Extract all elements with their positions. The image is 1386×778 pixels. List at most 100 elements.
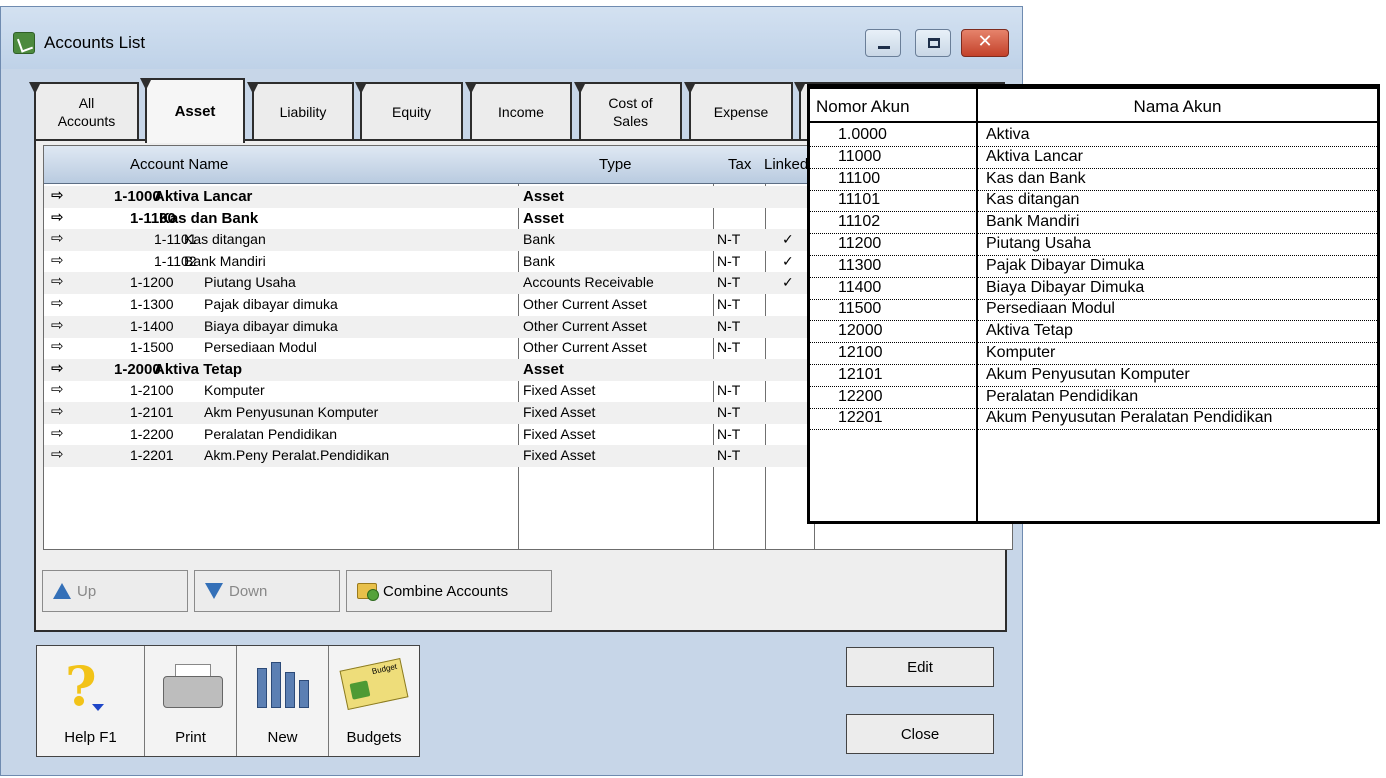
tax-code: N-T — [717, 317, 741, 334]
tab-cost-of-sales[interactable]: Cost of Sales — [574, 82, 682, 139]
move-up-button[interactable]: Up — [42, 570, 188, 612]
tax-code: N-T — [717, 252, 741, 269]
button-label: Help F1 — [64, 729, 117, 746]
account-name: Kas dan Bank — [159, 209, 259, 227]
edit-button[interactable]: Edit — [846, 647, 994, 687]
tab-expense[interactable]: Expense — [684, 82, 793, 139]
print-button[interactable]: Print — [145, 646, 237, 756]
account-type: Accounts Receivable — [523, 274, 654, 291]
help-button[interactable]: ? Help F1 — [37, 646, 145, 756]
nomor-akun-cell: 11102 — [838, 213, 881, 231]
zoom-arrow-icon[interactable]: ⇨ — [51, 424, 64, 442]
mapping-row: 12100 Komputer — [810, 343, 1377, 365]
tax-code: N-T — [717, 425, 741, 442]
account-type: Bank — [523, 252, 555, 269]
zoom-arrow-icon[interactable]: ⇨ — [51, 186, 64, 204]
column-header-type[interactable]: Type — [599, 156, 632, 173]
account-number: 1-1200 — [130, 274, 174, 291]
tax-code: N-T — [717, 447, 741, 464]
column-header-linked[interactable]: Linked — [764, 156, 808, 173]
tax-code: N-T — [717, 274, 741, 291]
nama-akun-cell: Piutang Usaha — [986, 235, 1091, 252]
tab-liability[interactable]: Liability — [247, 82, 354, 139]
zoom-arrow-icon[interactable]: ⇨ — [51, 380, 64, 398]
zoom-arrow-icon[interactable]: ⇨ — [51, 229, 64, 247]
column-header-account-name[interactable]: Account Name — [130, 156, 228, 173]
account-name: Akm.Peny Peralat.Pendidikan — [204, 447, 390, 464]
tab-label: All — [78, 94, 95, 111]
account-name: Aktiva Tetap — [154, 360, 243, 378]
budget-icon: Budget — [339, 657, 409, 711]
nama-akun-cell: Persediaan Modul — [986, 300, 1115, 318]
account-number: 1-1300 — [130, 296, 174, 312]
button-label: New — [267, 729, 298, 746]
dropdown-caret-icon — [92, 704, 104, 711]
nomor-akun-cell: 11000 — [838, 147, 882, 165]
column-header-tax[interactable]: Tax — [728, 156, 751, 173]
maximize-button[interactable] — [915, 29, 951, 57]
tax-code: N-T — [717, 382, 741, 399]
zoom-arrow-icon[interactable]: ⇨ — [51, 294, 64, 312]
tab-label: Equity — [392, 103, 431, 120]
tax-code: N-T — [717, 296, 741, 312]
nama-akun-cell: Akum Penyusutan Komputer — [986, 365, 1190, 383]
zoom-arrow-icon[interactable]: ⇨ — [51, 445, 64, 463]
account-mapping-table: Nomor Akun Nama Akun 1.0000 Aktiva 11000 Ak… — [807, 84, 1380, 524]
account-type: Other Current Asset — [523, 296, 647, 312]
account-type: Asset — [523, 209, 564, 227]
tax-code: N-T — [717, 339, 741, 356]
zoom-arrow-icon[interactable]: ⇨ — [51, 208, 64, 226]
account-type: Fixed Asset — [523, 382, 596, 399]
close-icon: ✕ — [977, 31, 993, 51]
new-button[interactable]: New — [237, 646, 329, 756]
nomor-akun-cell: 12101 — [838, 365, 883, 383]
move-down-button[interactable]: Down — [194, 570, 340, 612]
minimize-icon — [878, 46, 890, 49]
tab-income[interactable]: Income — [465, 82, 572, 139]
app-icon — [13, 32, 35, 54]
linked-check: ✓ — [782, 231, 794, 248]
header-nama-akun: Nama Akun — [1133, 97, 1222, 116]
zoom-arrow-icon[interactable]: ⇨ — [51, 359, 64, 377]
account-number: 1-2100 — [130, 382, 174, 399]
tab-label: Income — [498, 103, 544, 120]
printer-icon — [163, 664, 223, 708]
budgets-button[interactable]: Budget Budgets — [329, 646, 419, 756]
button-label: Budgets — [346, 729, 402, 746]
zoom-arrow-icon[interactable]: ⇨ — [51, 251, 64, 269]
account-type: Asset — [523, 188, 564, 205]
nomor-akun-cell: 11500 — [838, 300, 882, 318]
button-label: Down — [229, 582, 268, 600]
budget-badge-text: Budget — [371, 661, 398, 677]
title-bar[interactable]: Accounts List ✕ — [1, 7, 1022, 69]
mapping-row: 11101 Kas ditangan — [810, 190, 1377, 213]
account-number: 1-1500 — [130, 339, 174, 356]
zoom-arrow-icon[interactable]: ⇨ — [51, 272, 64, 290]
window-title: Accounts List — [44, 33, 146, 52]
account-type: Bank — [523, 231, 555, 248]
maximize-icon — [928, 38, 940, 48]
up-arrow-icon — [53, 583, 71, 599]
account-name: Aktiva Lancar — [154, 188, 253, 205]
zoom-arrow-icon[interactable]: ⇨ — [51, 337, 64, 355]
close-window-button[interactable]: ✕ — [961, 29, 1009, 57]
zoom-arrow-icon[interactable]: ⇨ — [51, 402, 64, 420]
header-nomor-akun: Nomor Akun — [816, 97, 910, 116]
account-number: 1-1400 — [130, 317, 174, 334]
tab-asset[interactable]: Asset — [140, 78, 245, 143]
linked-check: ✓ — [782, 274, 794, 291]
nama-akun-cell: Aktiva Lancar — [986, 147, 1083, 165]
tab-label: Cost of — [608, 94, 653, 111]
zoom-arrow-icon[interactable]: ⇨ — [51, 316, 64, 334]
combine-accounts-button[interactable]: Combine Accounts — [346, 570, 552, 612]
minimize-button[interactable] — [865, 29, 901, 57]
nama-akun-cell: Biaya Dibayar Dimuka — [986, 278, 1145, 296]
nama-akun-cell: Kas dan Bank — [986, 169, 1086, 187]
account-name: Biaya dibayar dimuka — [204, 317, 338, 334]
account-name: Piutang Usaha — [204, 274, 296, 291]
tab-all-accounts[interactable]: All Accounts — [29, 82, 139, 139]
tab-equity[interactable]: Equity — [355, 82, 463, 139]
close-button[interactable]: Close — [846, 714, 994, 754]
account-type: Fixed Asset — [523, 447, 596, 464]
mapping-row: 1.0000 Aktiva — [810, 125, 1377, 147]
